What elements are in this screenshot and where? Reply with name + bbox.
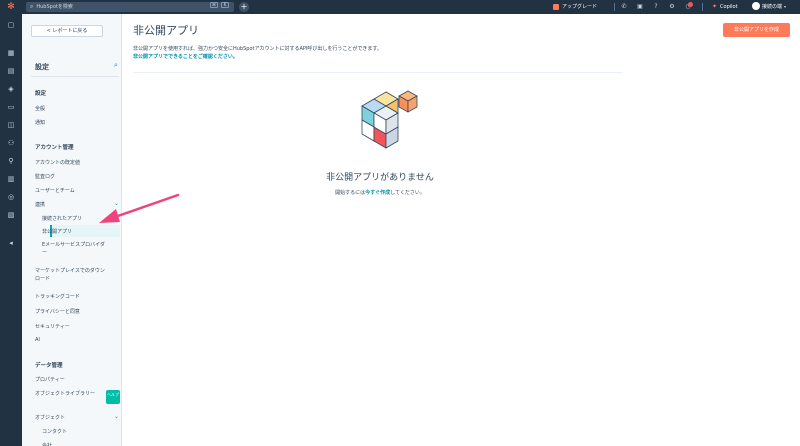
sidebar-item-companies[interactable]: 会社	[42, 442, 52, 446]
automation-icon[interactable]: ⚲	[6, 156, 16, 166]
sidebar-item-objects[interactable]: オブジェクト	[35, 414, 65, 421]
page-title: 非公開アプリ	[133, 24, 199, 37]
empty-state-cubes-illustration	[361, 90, 418, 149]
copilot-button[interactable]: ✦ Copilot	[712, 3, 738, 10]
sidebar-item-contacts[interactable]: コンタクト	[42, 428, 67, 435]
sidebar-item-audit-log[interactable]: 監査ログ	[35, 173, 55, 180]
bookmark-icon[interactable]: ▢	[6, 20, 16, 30]
sidebar-item-ai[interactable]: AI	[35, 337, 40, 343]
learn-more-link[interactable]: 非公開アプリでできることをご確認ください。	[133, 53, 238, 60]
hubspot-logo-icon[interactable]: ✻	[6, 2, 16, 12]
data-icon[interactable]: ◎	[6, 192, 16, 202]
sidebar-item-private-apps[interactable]: 非公開アプリ	[42, 228, 72, 235]
sidebar-item-marketplace-downloads[interactable]: マーケットプレイスでのダウンロード	[35, 267, 105, 283]
megaphone-icon[interactable]: ◈	[6, 84, 16, 94]
sidebar-item-privacy-consent[interactable]: プライバシーと同意	[35, 308, 80, 315]
library-icon[interactable]: ▧	[6, 210, 16, 220]
orange-cube-icon	[398, 90, 418, 113]
marketplace-icon[interactable]: ▣	[636, 3, 644, 11]
sidebar-item-properties[interactable]: プロパティー	[35, 376, 65, 383]
divider	[133, 72, 623, 73]
annotation-arrow	[99, 193, 180, 223]
search-placeholder: HubSpotを検索	[36, 4, 73, 10]
left-navigation-rail: ▢ ▦ ▤ ◈ ▭ ◫ ⚇ ⚲ ▥ ◎ ▧ ◂	[0, 14, 22, 446]
sidebar-item-integrations[interactable]: 連携	[35, 201, 45, 208]
search-icon: ⌕	[30, 3, 34, 10]
settings-title: 設定	[35, 63, 49, 71]
search-icon[interactable]: ⌕	[114, 61, 118, 70]
sidebar-item-email-service-provider[interactable]: Eメールサービスプロバイダー	[42, 241, 106, 257]
upgrade-icon	[553, 3, 559, 10]
upgrade-button[interactable]: アップグレード	[553, 3, 597, 10]
sidebar-item-security[interactable]: セキュリティー	[35, 323, 70, 330]
page-description: 非公開アプリを使用すれば、強力かつ安全にHubSpotアカウントに対するAPI呼…	[133, 46, 382, 52]
service-icon[interactable]: ⚇	[6, 138, 16, 148]
sidebar-item-users-and-teams[interactable]: ユーザーとチーム	[35, 187, 75, 194]
reports-icon[interactable]: ▥	[6, 174, 16, 184]
commerce-icon[interactable]: ◫	[6, 120, 16, 130]
empty-state-prefix: 開始するには	[335, 190, 366, 196]
sidebar-item-account-defaults[interactable]: アカウントの既定値	[35, 159, 80, 166]
top-navigation-bar: ✻ ⌕ HubSpotを検索 ⌘ K + アップグレード ✆ ▣ ? ⚙ ◔ ✦…	[0, 0, 800, 14]
topbar-divider	[702, 3, 703, 11]
chevron-down-icon: ▾	[784, 3, 787, 9]
notification-badge	[688, 2, 693, 7]
global-search-input[interactable]: ⌕ HubSpotを検索	[26, 2, 234, 12]
grid-icon[interactable]: ▦	[6, 48, 16, 58]
sidebar-item-object-library[interactable]: オブジェクトライブラリー	[35, 390, 99, 398]
section-heading-data-management: データ管理	[35, 363, 63, 369]
expand-arrow-icon[interactable]: ◂	[6, 238, 16, 248]
help-widget-button[interactable]: ヘルプ	[106, 390, 120, 404]
divider	[31, 76, 119, 77]
create-now-link[interactable]: 今すぐ作成	[365, 190, 390, 196]
avatar	[752, 2, 760, 10]
account-menu[interactable]: 接続の端 ▾	[752, 2, 786, 10]
section-heading-preferences: 設定	[35, 91, 47, 97]
help-icon[interactable]: ?	[652, 3, 660, 11]
section-heading-account-management: アカウント管理	[35, 145, 74, 151]
sidebar-item-general[interactable]: 全般	[35, 105, 45, 112]
contacts-icon[interactable]: ▤	[6, 66, 16, 76]
settings-gear-icon[interactable]: ⚙	[668, 3, 676, 11]
topbar-divider	[614, 3, 615, 11]
shortcut-key-cmd: ⌘	[210, 2, 218, 8]
back-to-reports-button[interactable]: < レポートに戻る	[31, 25, 103, 37]
copilot-label: Copilot	[720, 3, 738, 10]
documents-icon[interactable]: ▭	[6, 102, 16, 112]
create-new-button[interactable]: +	[239, 2, 249, 12]
copilot-icon: ✦	[712, 3, 718, 10]
sidebar-item-tracking-code[interactable]: トラッキングコード	[35, 293, 80, 300]
settings-sidebar: < レポートに戻る 設定 ⌕ 設定 全般 通知 アカウント管理 アカウントの既定…	[22, 14, 122, 446]
empty-state-suffix: してください。	[390, 190, 425, 196]
account-name: 接続の端	[762, 3, 783, 10]
upgrade-label: アップグレード	[562, 4, 598, 10]
chevron-down-icon[interactable]: ⌄	[114, 413, 119, 420]
empty-state-title: 非公開アプリがありません	[326, 173, 434, 183]
sidebar-item-notifications[interactable]: 通知	[35, 119, 45, 126]
sidebar-item-connected-apps[interactable]: 接続されたアプリ	[42, 215, 82, 222]
phone-icon[interactable]: ✆	[620, 3, 628, 11]
shortcut-key-k: K	[221, 2, 229, 8]
empty-state-message: 開始するには今すぐ作成してください。	[300, 189, 460, 196]
create-private-app-button[interactable]: 非公開アプリを作成	[723, 23, 790, 37]
